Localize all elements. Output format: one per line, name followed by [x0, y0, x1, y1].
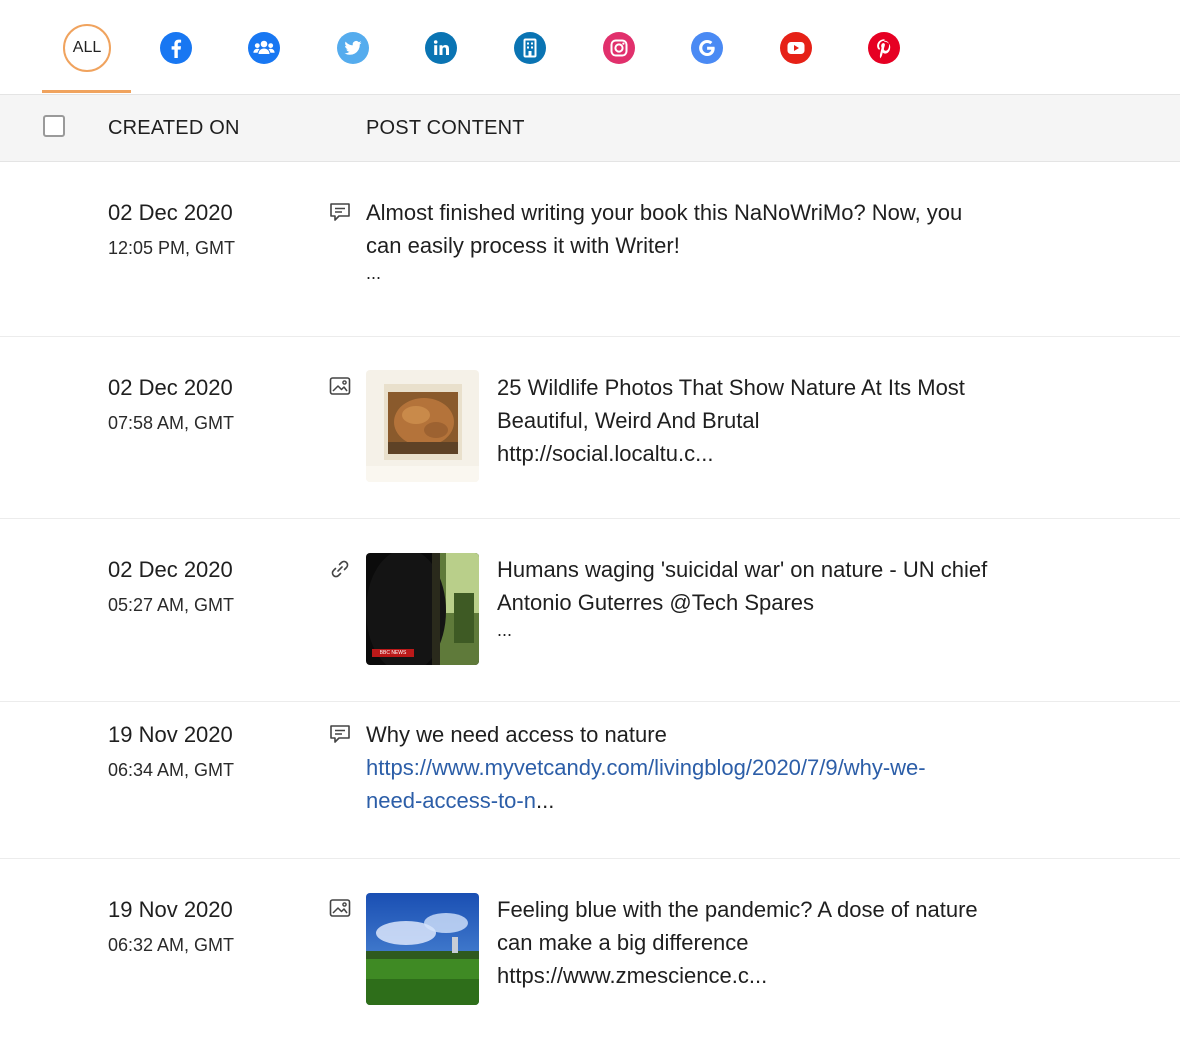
tab-instagram[interactable] [594, 23, 644, 73]
linkedin-icon [425, 32, 457, 64]
youtube-icon [780, 32, 812, 64]
table-row[interactable]: 19 Nov 2020 06:34 AM, GMT Why we need ac… [0, 702, 1180, 859]
post-url: http://social.localtu.c... [497, 441, 714, 466]
pinterest-icon [868, 32, 900, 64]
post-date: 19 Nov 2020 [108, 722, 233, 747]
link-post-icon [331, 560, 349, 578]
post-content[interactable]: Humans waging 'suicidal war' on nature -… [497, 553, 987, 641]
post-thumbnail[interactable] [366, 893, 479, 1005]
facebook-icon [160, 32, 192, 64]
channel-tabs: ALL [0, 0, 1180, 95]
twitter-icon [337, 32, 369, 64]
tab-google-business[interactable] [682, 23, 732, 73]
post-time: 12:05 PM, GMT [108, 238, 236, 258]
image-post-icon [329, 899, 351, 917]
post-date: 02 Dec 2020 [108, 557, 233, 582]
tab-youtube[interactable] [771, 23, 821, 73]
post-time: 07:58 AM, GMT [108, 413, 235, 433]
post-content[interactable]: Almost finished writing your book this N… [366, 196, 962, 284]
table-row[interactable]: 19 Nov 2020 06:32 AM, GMT Feeling blue w… [0, 859, 1180, 1059]
post-content[interactable]: Why we need access to nature https://www… [366, 718, 926, 817]
nature-photo-thumbnail [366, 893, 479, 1005]
post-text: Humans waging 'suicidal war' on nature -… [497, 557, 988, 582]
facebook-groups-icon [248, 32, 280, 64]
post-date: 02 Dec 2020 [108, 200, 233, 225]
post-url: https://www.zmescience.c... [497, 963, 768, 988]
text-post-icon [330, 203, 350, 221]
google-business-icon [691, 32, 723, 64]
image-post-icon [329, 377, 351, 395]
post-date: 02 Dec 2020 [108, 375, 233, 400]
post-link[interactable]: need-access-to-n [366, 788, 536, 813]
tab-twitter[interactable] [328, 23, 378, 73]
post-time: 05:27 AM, GMT [108, 595, 235, 615]
post-content[interactable]: 25 Wildlife Photos That Show Nature At I… [497, 371, 965, 470]
post-thumbnail[interactable]: BBC NEWS [366, 553, 479, 665]
post-text: Antonio Guterres @Tech Spares [497, 590, 815, 615]
tab-all[interactable]: ALL [62, 23, 112, 73]
post-ellipsis: ... [366, 263, 382, 283]
post-ellipsis: ... [497, 620, 513, 640]
news-badge: BBC NEWS [379, 650, 407, 656]
post-text: Beautiful, Weird And Brutal [497, 408, 760, 433]
tab-facebook[interactable] [151, 23, 201, 73]
post-text: Feeling blue with the pandemic? A dose o… [497, 897, 978, 922]
post-time: 06:34 AM, GMT [108, 760, 235, 780]
column-header-created-on[interactable]: CREATED ON [108, 117, 240, 140]
wildlife-photo-thumbnail [366, 370, 479, 482]
post-text: 25 Wildlife Photos That Show Nature At I… [497, 375, 965, 400]
tab-facebook-groups[interactable] [239, 23, 289, 73]
table-header: CREATED ON POST CONTENT [0, 95, 1180, 162]
table-row[interactable]: 02 Dec 2020 12:05 PM, GMT Almost finishe… [0, 162, 1180, 337]
post-content[interactable]: Feeling blue with the pandemic? A dose o… [497, 893, 978, 992]
linkedin-company-page-icon [514, 32, 546, 64]
instagram-icon [603, 32, 635, 64]
tab-pinterest[interactable] [859, 23, 909, 73]
text-post-icon [330, 725, 350, 743]
tab-all-label: ALL [63, 24, 111, 72]
post-text: can easily process it with Writer! [366, 233, 680, 258]
table-row[interactable]: 02 Dec 2020 07:58 AM, GMT 25 Wildlife Ph… [0, 337, 1180, 519]
post-time: 06:32 AM, GMT [108, 935, 235, 955]
tab-linkedin[interactable] [416, 23, 466, 73]
select-all-checkbox[interactable] [43, 115, 65, 137]
post-link-ellipsis: ... [535, 788, 555, 813]
post-date: 19 Nov 2020 [108, 897, 233, 922]
post-text: Why we need access to nature [366, 722, 667, 747]
active-tab-indicator [42, 90, 131, 93]
post-thumbnail[interactable] [366, 370, 479, 482]
tab-linkedin-company-page[interactable] [505, 23, 555, 73]
table-row[interactable]: 02 Dec 2020 05:27 AM, GMT BBC NEWS Human… [0, 519, 1180, 702]
post-text: can make a big difference [497, 930, 749, 955]
post-text: Almost finished writing your book this N… [366, 200, 963, 225]
column-header-post-content: POST CONTENT [366, 117, 525, 139]
post-link[interactable]: https://www.myvetcandy.com/livingblog/20… [366, 751, 926, 784]
